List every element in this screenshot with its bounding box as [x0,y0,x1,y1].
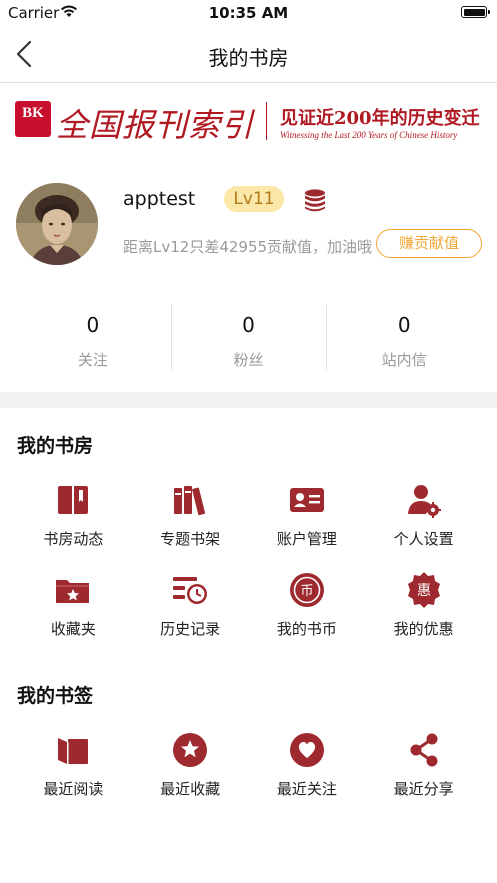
grid-label: 我的书币 [276,620,337,638]
grid-label: 个人设置 [393,530,454,548]
avatar[interactable] [16,183,98,265]
study-item-topic-shelf[interactable]: 专题书架 [132,474,249,564]
user-gear-icon [407,485,441,518]
books-icon [174,486,206,516]
section-divider [0,392,497,408]
clock: 10:35 AM [208,4,289,22]
study-item-favorites[interactable]: 收藏夹 [15,564,132,654]
bookmark-item-recent-share[interactable]: 最近分享 [365,724,482,814]
grid-label: 最近关注 [276,780,337,798]
level-badge: Lv11 [224,186,284,212]
folder-star-icon [56,580,90,603]
study-item-dynamics[interactable]: 书房动态 [15,474,132,564]
section-title-study: 我的书房 [17,435,94,457]
grid-label: 账户管理 [276,530,337,548]
heart-circle-icon [289,733,324,767]
study-item-history[interactable]: 历史记录 [132,564,249,654]
banner-brand-name: 全国报刊索引 [56,106,255,144]
study-grid: 书房动态 专题书架 账户管理 个人设置 收藏夹 历史记录 币 我的书币 惠 我的… [15,474,482,654]
logo: BK [15,101,51,137]
banner-slogan-en: Witnessing the Last 200 Years of Chinese… [280,130,458,140]
username: apptest [123,188,196,210]
discount-badge-icon: 惠 [407,572,440,608]
status-bar: Carrier 10:35 AM [0,0,497,26]
open-book-icon [58,738,89,764]
coin-icon: 币 [289,573,324,607]
bookmark-item-recent-favorites[interactable]: 最近收藏 [132,724,249,814]
grid-label: 我的优惠 [393,620,454,638]
stat-value: 0 [397,313,411,337]
svg-text:惠: 惠 [417,583,431,599]
level-progress-hint: 距离Lv12只差42955贡献值，加油哦 [123,238,373,256]
study-item-settings[interactable]: 个人设置 [365,474,482,564]
section-title-bookmarks: 我的书签 [17,685,94,707]
stat-label: 站内信 [381,351,427,369]
grid-label: 最近阅读 [43,780,104,798]
stat-following[interactable]: 0 关注 [15,305,171,373]
logo-text: BK [22,105,44,121]
grid-label: 专题书架 [160,530,221,548]
stat-value: 0 [242,313,255,337]
grid-label: 历史记录 [160,620,221,638]
grid-label: 收藏夹 [50,620,96,638]
grid-label: 最近分享 [393,780,454,798]
stat-followers[interactable]: 0 粉丝 [170,305,327,373]
brand-banner: BK 全国报刊索引 见证近200年的历史变迁 Witnessing the La… [0,84,497,168]
stat-value: 0 [86,313,100,337]
study-item-coins[interactable]: 币 我的书币 [249,564,366,654]
stats-row: 0 关注 0 粉丝 0 站内信 [15,305,482,373]
bookmark-item-recent-read[interactable]: 最近阅读 [15,724,132,814]
bookshelf-dynamic-icon [58,486,89,514]
bookmarks-grid: 最近阅读 最近收藏 最近关注 最近分享 [15,724,482,814]
grid-label: 最近收藏 [160,780,221,798]
page-title: 我的书房 [208,46,289,70]
share-icon [410,733,438,767]
nav-bar: 我的书房 [0,26,497,83]
bookmark-item-recent-following[interactable]: 最近关注 [249,724,366,814]
svg-text:币: 币 [300,584,313,599]
id-card-icon [289,488,324,512]
banner-slogan: 见证近200年的历史变迁 [280,108,480,129]
study-item-discounts[interactable]: 惠 我的优惠 [365,564,482,654]
stat-label: 粉丝 [233,351,264,369]
banner-divider [266,102,267,140]
stat-messages[interactable]: 0 站内信 [326,305,482,373]
star-circle-icon [173,733,208,767]
stat-label: 关注 [77,351,108,369]
grid-label: 书房动态 [43,530,104,548]
battery-icon [461,6,490,18]
coins-stack-icon[interactable] [302,187,328,213]
portrait-image [16,183,98,265]
history-clock-icon [173,577,208,604]
study-item-account[interactable]: 账户管理 [249,474,366,564]
earn-contribution-button[interactable]: 赚贡献值 [376,229,482,258]
